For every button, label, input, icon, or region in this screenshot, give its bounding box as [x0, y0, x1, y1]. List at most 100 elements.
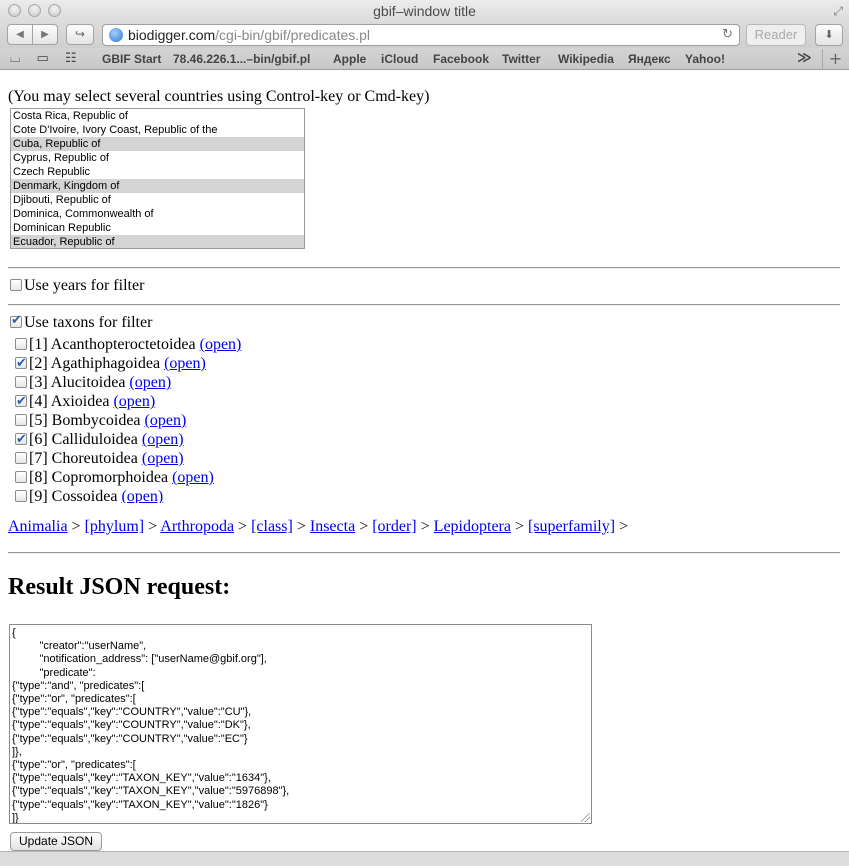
taxon-checkbox[interactable] [15, 452, 27, 464]
bookmark-item[interactable]: Facebook [433, 52, 489, 66]
use-years-label: Use years for filter [24, 277, 145, 294]
taxon-name: Choreutoidea [51, 450, 138, 467]
taxon-open-link[interactable]: (open) [164, 355, 206, 372]
taxon-item: [1] Acanthopteroctetoidea (open) [8, 335, 308, 354]
taxon-index: [5] [29, 412, 48, 429]
breadcrumb-link[interactable]: [phylum] [85, 518, 145, 535]
use-taxons-row[interactable]: Use taxons for filter [10, 313, 153, 332]
taxon-open-link[interactable]: (open) [142, 450, 184, 467]
taxon-index: [3] [29, 374, 48, 391]
breadcrumb-link[interactable]: Animalia [8, 518, 68, 535]
bookmark-item[interactable]: iCloud [381, 52, 418, 66]
taxon-open-link[interactable]: (open) [113, 393, 155, 410]
back-icon[interactable]: ◀ [8, 25, 33, 44]
json-textarea[interactable]: { "creator":"userName", "notification_ad… [9, 624, 592, 824]
taxon-index: [2] [29, 355, 48, 372]
taxon-name: Copromorphoidea [51, 469, 169, 486]
use-taxons-checkbox[interactable] [10, 313, 22, 328]
country-option[interactable]: Dominican Republic [11, 221, 304, 235]
reload-icon[interactable]: ↻ [722, 27, 733, 42]
country-hint: (You may select several countries using … [8, 88, 430, 105]
country-option[interactable]: Dominica, Commonwealth of [11, 207, 304, 221]
taxon-name: Agathiphagoidea [50, 355, 161, 372]
taxon-checkbox[interactable] [15, 490, 27, 502]
downloads-icon[interactable]: ⬇ [815, 24, 843, 46]
use-taxons-label: Use taxons for filter [24, 314, 153, 331]
taxon-open-link[interactable]: (open) [145, 412, 187, 429]
share-icon[interactable]: ↪ [66, 24, 94, 45]
taxon-checkbox[interactable] [15, 430, 27, 449]
country-option[interactable]: Costa Rica, Republic of [11, 109, 304, 123]
more-bookmarks-icon[interactable]: ≫ [797, 50, 812, 66]
taxon-index: [4] [29, 393, 48, 410]
window-title: gbif–window title [373, 3, 476, 19]
taxon-open-link[interactable]: (open) [200, 336, 242, 353]
breadcrumb-link[interactable]: Lepidoptera [434, 518, 511, 535]
country-option[interactable]: Ecuador, Republic of [11, 235, 304, 248]
country-select[interactable]: Costa Rica, Republic of Cote D'Ivoire, Iv… [10, 108, 305, 249]
taxon-checkbox[interactable] [15, 471, 27, 483]
taxon-index: [6] [29, 431, 48, 448]
page-content: (You may select several countries using … [0, 71, 849, 851]
url-text[interactable]: biodigger.com/cgi-bin/gbif/predicates.pl [128, 27, 370, 43]
bookmark-item[interactable]: Yahoo! [685, 52, 725, 66]
country-option[interactable]: Denmark, Kingdom of [11, 179, 304, 193]
window-titlebar: gbif–window title ⤢ [0, 0, 849, 22]
breadcrumb-link[interactable]: [class] [251, 518, 293, 535]
taxon-checkbox[interactable] [15, 392, 27, 411]
status-bar [0, 851, 849, 866]
taxon-item: [6] Calliduloidea (open) [8, 430, 308, 449]
divider [8, 267, 840, 269]
taxon-open-link[interactable]: (open) [121, 488, 163, 503]
breadcrumb-separator: > [238, 518, 248, 535]
taxon-item: [5] Bombycoidea (open) [8, 411, 308, 430]
taxon-open-link[interactable]: (open) [142, 431, 184, 448]
nav-buttons: ◀ ▶ [7, 24, 58, 45]
taxon-checkbox[interactable] [15, 354, 27, 373]
taxon-checkbox[interactable] [15, 376, 27, 388]
breadcrumb-link[interactable]: [superfamily] [528, 518, 615, 535]
country-option[interactable]: Cuba, Republic of [11, 137, 304, 151]
bookmark-item[interactable]: Twitter [502, 52, 540, 66]
use-years-row[interactable]: Use years for filter [10, 277, 144, 295]
breadcrumb-separator: > [420, 518, 430, 535]
taxon-index: [9] [29, 488, 48, 503]
fullscreen-icon[interactable]: ⤢ [833, 4, 843, 19]
address-bar[interactable]: biodigger.com/cgi-bin/gbif/predicates.pl… [102, 24, 740, 46]
bookmark-item[interactable]: Apple [333, 52, 366, 66]
taxon-name: Calliduloidea [51, 431, 138, 448]
taxon-item: [4] Axioidea (open) [8, 392, 308, 411]
country-option[interactable]: Cyprus, Republic of [11, 151, 304, 165]
breadcrumb-separator: > [619, 518, 629, 535]
country-option[interactable]: Czech Republic [11, 165, 304, 179]
taxon-item: [2] Agathiphagoidea (open) [8, 354, 308, 373]
update-json-button[interactable]: Update JSON [10, 832, 103, 851]
bookmarks-bar: ⌴ ▭ ☷ GBIF Start 78.46.226.1...–bin/gbif… [0, 48, 849, 70]
new-tab-icon[interactable]: + [822, 49, 848, 69]
taxon-list[interactable]: [1] Acanthopteroctetoidea (open)[2] Agat… [8, 335, 308, 503]
breadcrumb-link[interactable]: Arthropoda [160, 518, 234, 535]
breadcrumb-link[interactable]: Insecta [310, 518, 355, 535]
taxon-checkbox[interactable] [15, 414, 27, 426]
bookmark-item[interactable]: Wikipedia [558, 52, 614, 66]
taxon-name: Axioidea [50, 393, 110, 410]
taxon-checkbox[interactable] [15, 338, 27, 350]
bookmark-item[interactable]: Яндекс [628, 52, 671, 66]
taxon-index: [1] [29, 336, 48, 353]
country-option[interactable]: Cote D'Ivoire, Ivory Coast, Republic of … [11, 123, 304, 137]
reader-button[interactable]: Reader [746, 24, 806, 46]
taxon-item: [9] Cossoidea (open) [8, 487, 308, 503]
bookmark-item[interactable]: GBIF Start [102, 52, 161, 66]
country-option[interactable]: Djibouti, Republic of [11, 193, 304, 207]
taxon-open-link[interactable]: (open) [172, 469, 214, 486]
taxon-name: Acanthopteroctetoidea [50, 336, 196, 353]
bookmark-item[interactable]: 78.46.226.1...–bin/gbif.pl [173, 52, 310, 66]
reading-list-icon[interactable]: ⌴ ▭ ☷ [10, 51, 83, 66]
taxon-open-link[interactable]: (open) [129, 374, 171, 391]
breadcrumb-separator: > [514, 518, 524, 535]
breadcrumb-link[interactable]: [order] [372, 518, 416, 535]
taxon-item: [7] Choreutoidea (open) [8, 449, 308, 468]
use-years-checkbox[interactable] [10, 279, 22, 291]
forward-icon[interactable]: ▶ [33, 25, 57, 44]
taxon-name: Alucitoidea [50, 374, 126, 391]
